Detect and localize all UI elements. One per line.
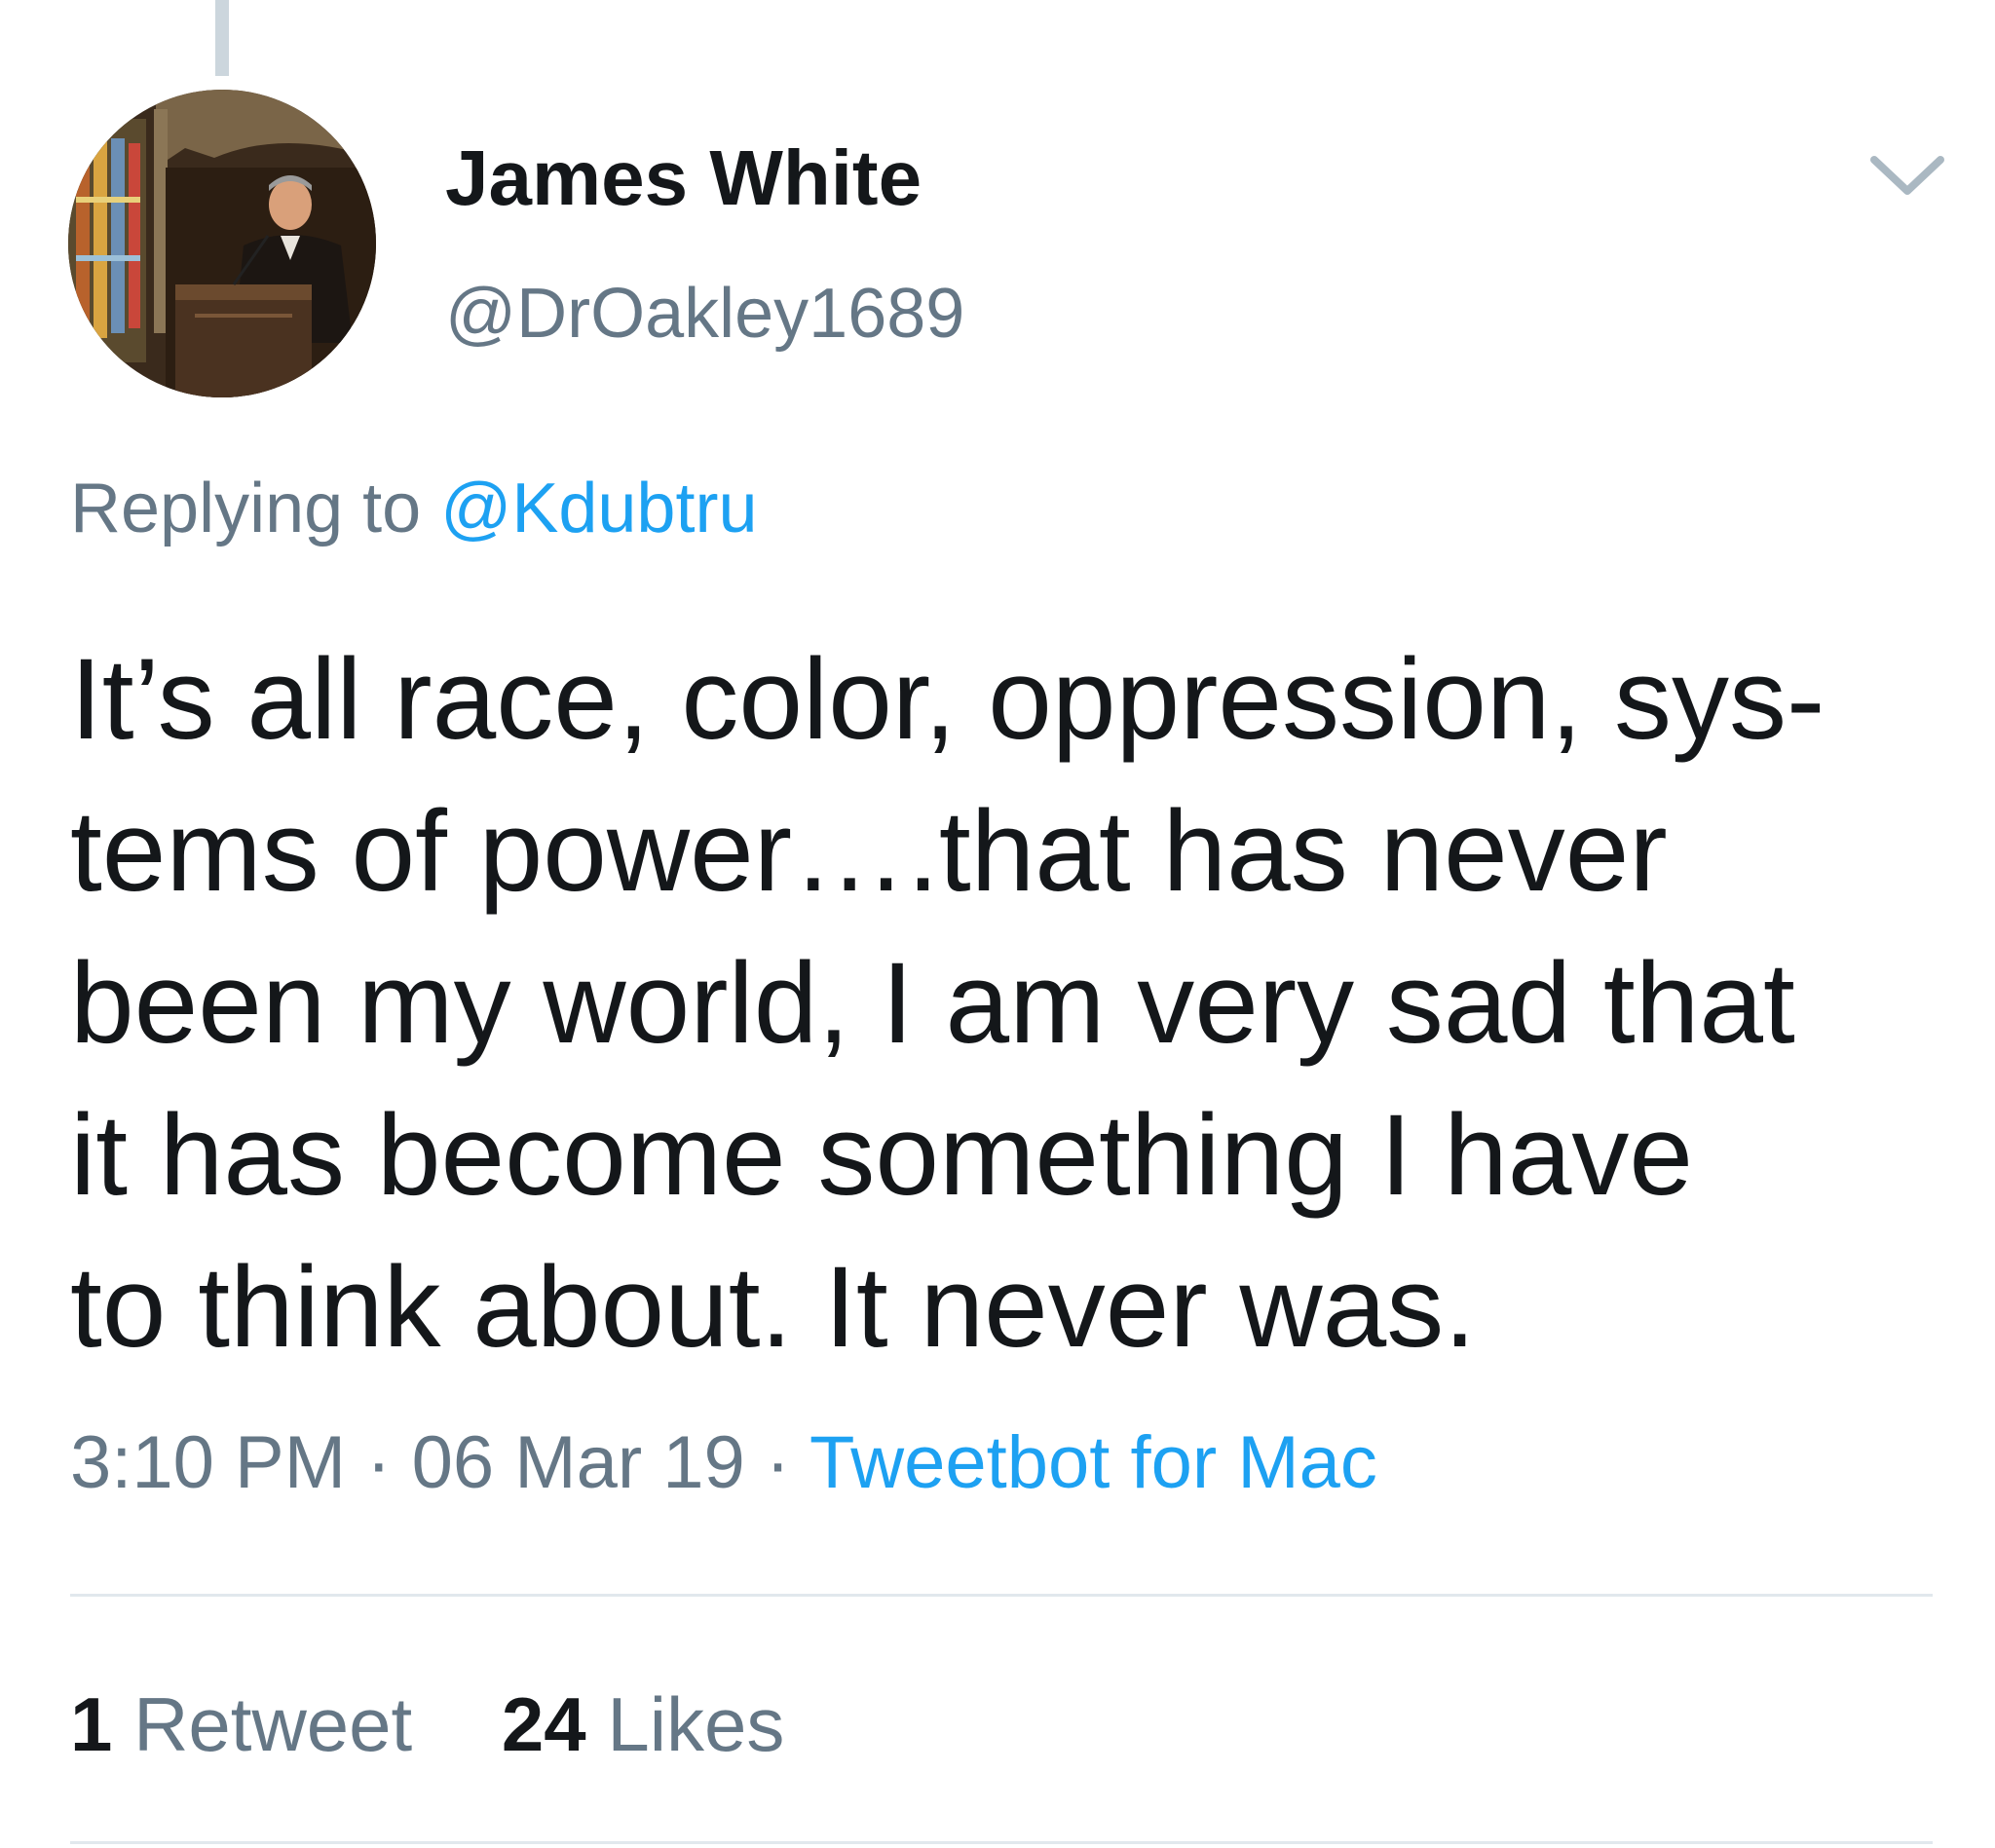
author-name[interactable]: James White	[445, 132, 922, 225]
tweet-text-line: it has become something I have	[70, 1091, 1694, 1220]
tweet-stats: 1 Retweet 24 Likes	[70, 1678, 784, 1771]
chevron-down-icon	[1870, 156, 1944, 195]
meta-separator: ·	[366, 1421, 392, 1504]
tweet-metadata: 3:10 PM · 06 Mar 19 · Tweetbot for Mac	[70, 1418, 1377, 1508]
author-handle[interactable]: @DrOakley1689	[445, 271, 964, 357]
tweet-text: It’s all race, color, oppression, sys- t…	[70, 623, 1960, 1383]
retweets-stat[interactable]: 1 Retweet	[70, 1681, 412, 1767]
replying-to: Replying to @Kdubtru	[70, 466, 758, 551]
meta-separator: ·	[765, 1421, 791, 1504]
retweets-label: Retweet	[133, 1681, 413, 1767]
likes-label: Likes	[607, 1681, 785, 1767]
replying-to-label: Replying to	[70, 470, 422, 547]
avatar[interactable]	[68, 90, 376, 397]
reply-mention-link[interactable]: @Kdubtru	[440, 470, 757, 547]
tweet-text-line: to think about. It never was.	[70, 1243, 1477, 1372]
likes-count: 24	[501, 1681, 586, 1767]
tweet-text-line: It’s all race, color, oppression, sys-	[70, 635, 1826, 764]
tweet-text-line: tems of power….that has never	[70, 787, 1668, 916]
more-options-button[interactable]	[1868, 146, 1946, 205]
tweet-date[interactable]: 06 Mar 19	[412, 1421, 745, 1504]
likes-stat[interactable]: 24 Likes	[502, 1681, 785, 1767]
divider	[70, 1841, 1933, 1844]
tweet-text-line: been my world, I am very sad that	[70, 939, 1795, 1068]
retweets-count: 1	[70, 1681, 113, 1767]
tweet-time[interactable]: 3:10 PM	[70, 1421, 346, 1504]
thread-connector-line	[215, 0, 229, 76]
tweet-source-link[interactable]: Tweetbot for Mac	[809, 1421, 1377, 1504]
avatar-image	[68, 90, 376, 397]
divider	[70, 1594, 1933, 1597]
